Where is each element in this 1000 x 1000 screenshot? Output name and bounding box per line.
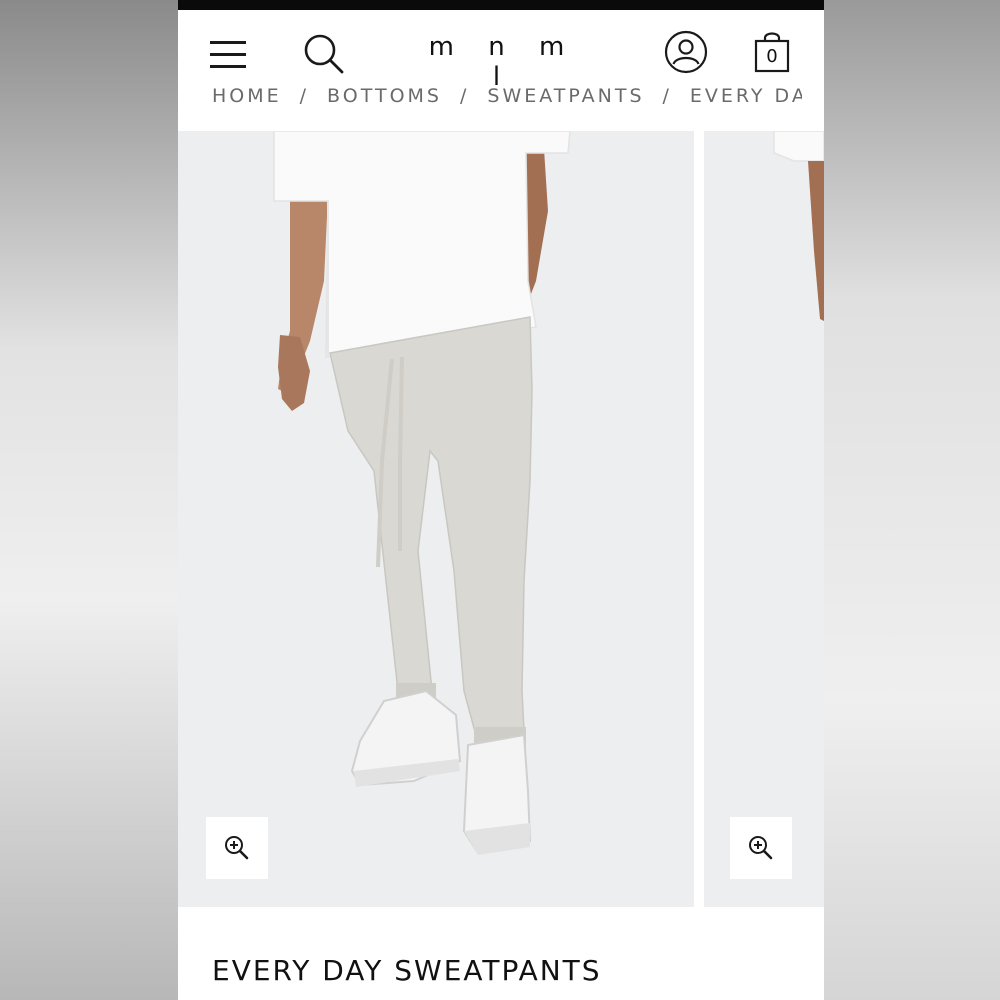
- zoom-in-icon: [225, 836, 249, 860]
- breadcrumb-bottoms[interactable]: BOTTOMS: [327, 85, 442, 107]
- cart-count-badge: 0: [766, 46, 778, 67]
- breadcrumb-home[interactable]: HOME: [212, 85, 282, 107]
- breadcrumb-sweatpants[interactable]: SWEATPANTS: [487, 85, 644, 107]
- site-header: m n m l 0 HOME / BOTTOMS / SWEATPANTS / EVERY …: [178, 10, 824, 130]
- product-image-next[interactable]: [704, 131, 824, 907]
- product-photo-partial: [773, 131, 824, 321]
- zoom-in-icon: [749, 836, 773, 860]
- search-icon[interactable]: [302, 32, 346, 76]
- breadcrumb-current: EVERY DA...: [689, 85, 802, 107]
- hamburger-menu-icon[interactable]: [210, 38, 248, 70]
- zoom-in-button[interactable]: [206, 817, 268, 879]
- user-account-icon[interactable]: [664, 30, 708, 74]
- breadcrumb-separator: /: [460, 85, 470, 107]
- breadcrumb-separator: /: [662, 85, 672, 107]
- background-left: [0, 0, 178, 1000]
- product-image-main[interactable]: [178, 131, 694, 907]
- status-bar: [178, 0, 824, 10]
- background-right: [824, 0, 1000, 1000]
- zoom-in-button[interactable]: [730, 817, 792, 879]
- product-image-gallery[interactable]: [178, 131, 824, 907]
- breadcrumb-separator: /: [299, 85, 310, 107]
- shopping-bag-icon[interactable]: 0: [754, 30, 790, 74]
- mobile-screen: m n m l 0 HOME / BOTTOMS / SWEATPANTS / EVERY …: [178, 0, 824, 1000]
- product-title: EVERY DAY SWEATPANTS: [212, 953, 602, 987]
- breadcrumb: HOME / BOTTOMS / SWEATPANTS / EVERY DA...: [212, 83, 802, 107]
- product-photo: [273, 131, 571, 855]
